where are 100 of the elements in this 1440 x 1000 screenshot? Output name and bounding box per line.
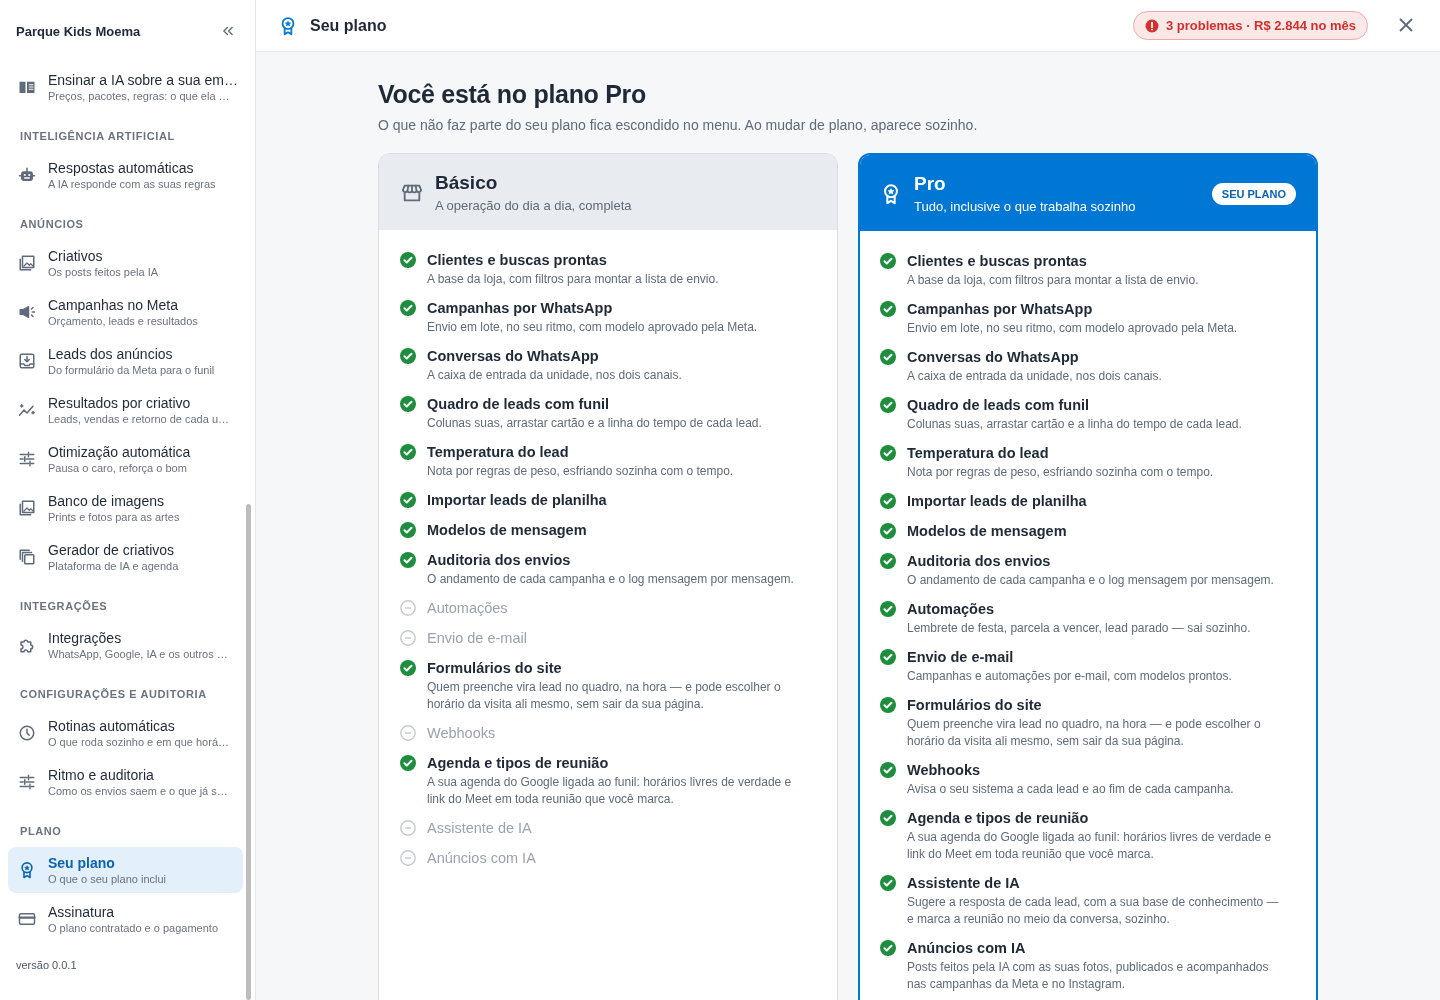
sidebar-item[interactable]: Respostas automáticas A IA responde com as suas regras [8, 152, 243, 198]
feature-description: Envio em lote, no seu ritmo, com modelo aprovado pela Meta. [907, 320, 1238, 337]
item-title: Ritmo e auditoria [48, 767, 155, 783]
sidebar-item[interactable]: Banco de imagens Prints e fotos para as artes [8, 485, 243, 531]
feature-description: A base da loja, com filtros para montar a lista de envio. [907, 272, 1199, 289]
item-subtitle: O que o seu plano inclui [48, 873, 167, 885]
trend-chart-icon [18, 401, 36, 419]
item-subtitle: O que roda sozinho e em que horá… [48, 736, 229, 748]
section-heading: PLANO [19, 824, 63, 839]
feature-description: Posts feitos pela IA com as suas fotos, publicados e acompanhados nas campanhas da Meta e no Instagram. [907, 959, 1270, 993]
sidebar-item[interactable]: Ensinar a IA sobre a sua em… Preços, pacotes, regras: o que ela … [8, 64, 243, 110]
feature-name: Anúncios com IA [907, 939, 1027, 958]
feature-description: Colunas suas, arrastar cartão e a linha do tempo de cada lead. [427, 415, 762, 432]
section-heading: CONFIGURAÇÕES E AUDITORIA [19, 687, 208, 702]
section-heading: INTEGRAÇÕES [19, 599, 109, 614]
sidebar-item[interactable]: Ritmo e auditoria Como os envios saem e o que já s… [8, 759, 243, 805]
feature-name: Formulários do site [907, 696, 1043, 715]
item-title: Respostas automáticas [48, 160, 195, 176]
feature-name: Temperatura do lead [427, 443, 570, 462]
item-title: Leads dos anúncios [48, 346, 174, 362]
sidebar-item[interactable]: Criativos Os posts feitos pela IA [8, 240, 243, 286]
sidebar-item[interactable]: Rotinas automáticas O que roda sozinho e em que horá… [8, 710, 243, 756]
item-subtitle: Pausa o caro, reforça o bom [48, 462, 188, 474]
feature-name: Anúncios com IA [427, 849, 536, 868]
scrollbar[interactable] [246, 504, 251, 1000]
item-title: Seu plano [48, 855, 116, 871]
item-subtitle: Os posts feitos pela IA [48, 266, 159, 278]
feature-name: Formulários do site [427, 659, 563, 678]
feature-description: Campanhas e automações por e-mail, com modelos prontos. [907, 668, 1232, 685]
feature-name: Conversas do WhatsApp [427, 347, 600, 366]
feature-name: Automações [907, 600, 996, 619]
item-subtitle: Leads, vendas e retorno de cada u… [48, 413, 229, 425]
feature-description: Avisa o seu sistema a cada lead e ao fim de cada campanha. [907, 781, 1234, 798]
feature-name: Webhooks [427, 724, 496, 743]
item-title: Resultados por criativo [48, 395, 192, 411]
current-plan-badge: SEU PLANO [1211, 182, 1296, 205]
sidebar-item[interactable]: Resultados por criativo Leads, vendas e retorno de cada u… [8, 387, 243, 433]
item-title: Campanhas no Meta [48, 297, 179, 313]
feature-name: Quadro de leads com funil [907, 396, 1091, 415]
feature-name: Webhooks [907, 761, 982, 780]
description: O que não faz parte do seu plano fica escondido no menu. Ao mudar de plano, aparece sozinho. [378, 117, 979, 133]
sliders-icon [18, 450, 36, 468]
problems-alert[interactable]: 3 problemas · R$ 2.844 no mês [1132, 11, 1368, 40]
sidebar-item[interactable]: Leads dos anúncios Do formulário da Meta para o funil [8, 338, 243, 384]
feature-name: Envio de e-mail [427, 629, 527, 648]
feature-name: Clientes e buscas prontas [427, 251, 608, 270]
section-heading: INTELIGÊNCIA ARTIFICIAL [19, 129, 176, 144]
feature-name: Agenda e tipos de reunião [427, 754, 610, 773]
item-subtitle: Orçamento, leads e resultados [48, 315, 198, 327]
feature-name: Quadro de leads com funil [427, 395, 611, 414]
sidebar-item[interactable]: Integrações WhatsApp, Google, IA e os outros … [8, 622, 243, 668]
feature-description: Quem preenche vira lead no quadro, na hora — e pode escolher o horário da visita ali mesmo, sem sair da sua página. [427, 679, 782, 713]
plan-tagline: A operação do dia a dia, completa [435, 198, 633, 213]
item-subtitle: O plano contratado e o pagamento [48, 922, 218, 934]
feature-name: Importar leads de planilha [427, 491, 607, 510]
image-icon [18, 254, 36, 272]
feature-description: Sugere a resposta de cada lead, com a sua base de conhecimento — e marca a reunião no meio da conversa, sozinho. [907, 894, 1280, 928]
alert-text: 3 problemas · R$ 2.844 no mês [1165, 18, 1356, 33]
collapse-icon[interactable] [221, 24, 235, 38]
sliders-icon [18, 773, 36, 791]
item-subtitle: WhatsApp, Google, IA e os outros … [48, 648, 228, 660]
feature-name: Clientes e buscas prontas [907, 252, 1088, 271]
feature-description: Nota por regras de peso, esfriando sozinha com o tempo. [907, 464, 1214, 481]
item-subtitle: Plataforma de IA e agenda [48, 560, 179, 572]
sidebar-item[interactable]: Seu plano O que o seu plano inclui [8, 847, 243, 893]
sidebar-item[interactable]: Assinatura O plano contratado e o pagamento [8, 896, 243, 942]
feature-description: O andamento de cada campanha e o log mensagem por mensagem. [907, 572, 1274, 589]
item-subtitle: Do formulário da Meta para o funil [48, 364, 215, 376]
item-title: Otimização automática [48, 444, 191, 460]
feature-name: Automações [427, 599, 508, 618]
credit-card-icon [18, 910, 36, 928]
feature-description: Colunas suas, arrastar cartão e a linha do tempo de cada lead. [907, 416, 1242, 433]
feature-description: A caixa de entrada da unidade, nos dois canais. [427, 367, 682, 384]
feature-name: Campanhas por WhatsApp [907, 300, 1094, 319]
item-title: Assinatura [48, 904, 116, 920]
megaphone-icon [18, 303, 36, 321]
download-tray-icon [18, 352, 36, 370]
item-title: Rotinas automáticas [48, 718, 176, 734]
feature-name: Envio de e-mail [907, 648, 1015, 667]
workspace-name: Parque Kids Moema [16, 23, 141, 39]
item-subtitle: Preços, pacotes, regras: o que ela … [48, 90, 231, 102]
item-title: Integrações [48, 630, 123, 646]
sidebar-item[interactable]: Campanhas no Meta Orçamento, leads e resultados [8, 289, 243, 335]
plan-name: Pro [914, 173, 947, 195]
sidebar-item[interactable]: Gerador de criativos Plataforma de IA e agenda [8, 534, 243, 580]
item-title: Banco de imagens [48, 493, 165, 509]
feature-name: Temperatura do lead [907, 444, 1050, 463]
plan-name: Básico [435, 172, 499, 194]
heading: Você está no plano Pro [378, 80, 647, 109]
item-subtitle: A IA responde com as suas regras [48, 178, 216, 190]
feature-name: Auditoria dos envios [907, 552, 1052, 571]
page-title: Seu plano [310, 16, 388, 35]
version-label: versão 0.0.1 [15, 958, 78, 973]
sidebar-item[interactable]: Otimização automática Pausa o caro, reforça o bom [8, 436, 243, 482]
feature-name: Modelos de mensagem [907, 522, 1067, 541]
clock-icon [18, 724, 36, 742]
plan-tagline: Tudo, inclusive o que trabalha sozinho [914, 199, 1137, 214]
feature-description: Quem preenche vira lead no quadro, na hora — e pode escolher o horário da visita ali mesmo, sem sair da sua página. [907, 716, 1262, 750]
feature-name: Agenda e tipos de reunião [907, 809, 1090, 828]
item-title: Criativos [48, 248, 104, 264]
